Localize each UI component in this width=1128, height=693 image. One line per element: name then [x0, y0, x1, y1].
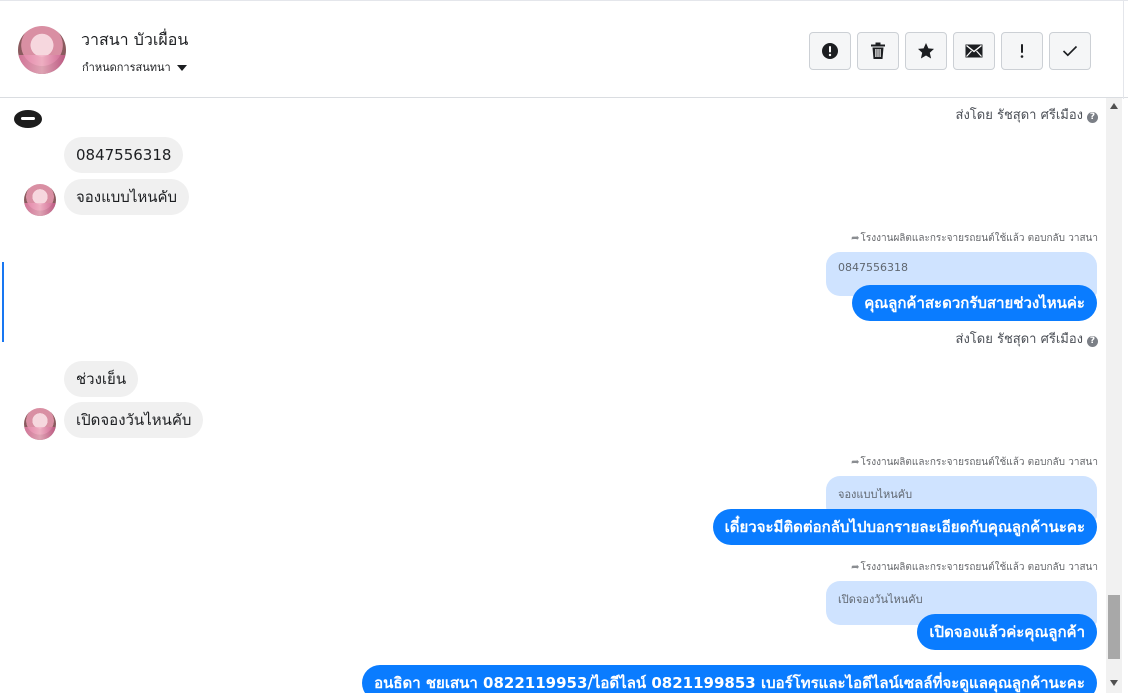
contact-avatar-small[interactable] — [24, 408, 56, 440]
assign-conversation-dropdown[interactable]: กำหนดการสนทนา — [82, 58, 187, 76]
star-icon — [918, 43, 934, 59]
exclamation-circle-icon — [822, 43, 838, 59]
exclamation-icon — [1020, 44, 1024, 58]
sent-by-label: ส่งโดย รัชสุดา ศรีเมือง? — [956, 104, 1098, 125]
incoming-message[interactable]: 0847556318 — [64, 137, 184, 173]
reply-context-note: ➦โรงงานผลิตและกระจายรถยนต์ใช้แล้ว ตอบกลั… — [851, 455, 1098, 470]
contact-avatar[interactable] — [18, 26, 66, 74]
sent-by-text: ส่งโดย รัชสุดา ศรีเมือง — [955, 108, 1083, 123]
delete-button[interactable] — [857, 32, 899, 70]
messenger-inbox-window: วาสนา บัวเผื่อน กำหนดการสนทนา ส่งโดย รัช… — [0, 0, 1128, 693]
follow-up-button[interactable] — [1001, 32, 1043, 70]
reply-arrow-icon: ➦ — [851, 562, 860, 573]
sent-by-text: ส่งโดย รัชสุดา ศรีเมือง — [955, 332, 1083, 347]
conversation-header: วาสนา บัวเผื่อน กำหนดการสนทนา — [0, 0, 1128, 99]
reply-context-text: โรงงานผลิตและกระจายรถยนต์ใช้แล้ว ตอบกลับ… — [860, 457, 1098, 468]
star-button[interactable] — [905, 32, 947, 70]
caret-down-icon — [176, 65, 187, 71]
header-divider — [1123, 1, 1124, 99]
selected-indicator — [2, 262, 4, 342]
reply-context-note: ➦โรงงานผลิตและกระจายรถยนต์ใช้แล้ว ตอบกลั… — [851, 231, 1098, 246]
thread-scrollbar[interactable] — [1106, 98, 1122, 693]
reply-context-text: โรงงานผลิตและกระจายรถยนต์ใช้แล้ว ตอบกลับ… — [860, 233, 1098, 244]
contact-name[interactable]: วาสนา บัวเผื่อน — [81, 28, 188, 53]
incoming-message[interactable]: เปิดจองวันไหนคับ — [64, 402, 204, 438]
outgoing-message[interactable]: เปิดจองแล้วค่ะคุณลูกค้า — [917, 614, 1097, 650]
reply-context-note: ➦โรงงานผลิตและกระจายรถยนต์ใช้แล้ว ตอบกลั… — [851, 560, 1098, 575]
scroll-up-arrow-icon[interactable] — [1110, 103, 1118, 109]
contact-avatar-small[interactable] — [24, 184, 56, 216]
mark-unread-button[interactable] — [953, 32, 995, 70]
outgoing-message[interactable]: อนธิดา ชยเสนา 0822119953/ไอดีไลน์ 082119… — [362, 665, 1097, 693]
sent-by-label: ส่งโดย รัชสุดา ศรีเมือง? — [956, 328, 1098, 349]
trash-icon — [871, 42, 885, 59]
page-logo-icon — [14, 110, 42, 128]
help-icon[interactable]: ? — [1087, 336, 1098, 347]
mark-spam-button[interactable] — [809, 32, 851, 70]
help-icon[interactable]: ? — [1087, 112, 1098, 123]
incoming-message[interactable]: ช่วงเย็น — [64, 361, 139, 397]
reply-arrow-icon: ➦ — [851, 457, 860, 468]
reply-arrow-icon: ➦ — [851, 233, 860, 244]
mark-done-button[interactable] — [1049, 32, 1091, 70]
assign-conversation-label: กำหนดการสนทนา — [82, 61, 171, 74]
check-icon — [1062, 45, 1078, 57]
outgoing-message[interactable]: คุณลูกค้าสะดวกรับสายช่วงไหนค่ะ — [852, 285, 1097, 321]
envelope-icon — [965, 44, 983, 58]
reply-context-text: โรงงานผลิตและกระจายรถยนต์ใช้แล้ว ตอบกลับ… — [860, 562, 1098, 573]
incoming-message[interactable]: จองแบบไหนคับ — [64, 179, 190, 215]
scrollbar-thumb[interactable] — [1108, 595, 1120, 659]
outgoing-message[interactable]: เดี๋ยวจะมีติดต่อกลับไปบอกรายละเอียดกับคุ… — [712, 509, 1097, 545]
scroll-down-arrow-icon[interactable] — [1110, 680, 1118, 686]
